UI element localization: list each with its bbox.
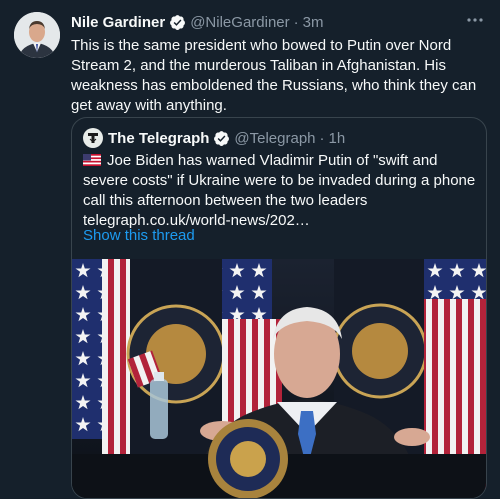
quoted-author-handle[interactable]: @Telegraph: [234, 130, 315, 147]
quoted-tweet-timestamp[interactable]: 1h: [329, 130, 346, 147]
quoted-tweet-header: The Telegraph @Telegraph · 1h: [83, 128, 345, 148]
quoted-tweet-body: Joe Biden has warned Vladimir Putin of "…: [83, 152, 476, 209]
author-name[interactable]: Nile Gardiner: [71, 14, 165, 31]
verified-badge-icon: [213, 130, 230, 147]
verified-badge-icon: [169, 14, 186, 31]
quoted-tweet-text: Joe Biden has warned Vladimir Putin of "…: [83, 151, 478, 231]
telegraph-logo-icon: [83, 128, 103, 148]
dot-separator: ·: [319, 129, 325, 147]
us-flag-icon: [83, 152, 101, 166]
tweet-text: This is the same president who bowed to …: [71, 37, 477, 114]
author-avatar[interactable]: [14, 12, 60, 58]
show-thread-link[interactable]: Show this thread: [83, 227, 195, 244]
quoted-tweet-photo[interactable]: [72, 259, 486, 498]
quoted-author-name[interactable]: The Telegraph: [108, 130, 209, 147]
author-handle[interactable]: @NileGardiner: [190, 14, 289, 31]
ellipsis-icon[interactable]: [464, 10, 486, 32]
dot-separator: ·: [293, 13, 299, 31]
tweet-timestamp[interactable]: 3m: [303, 14, 324, 31]
tweet-header: Nile Gardiner @NileGardiner · 3m: [71, 12, 486, 32]
quoted-tweet-card[interactable]: The Telegraph @Telegraph · 1h Joe Biden …: [71, 117, 487, 499]
